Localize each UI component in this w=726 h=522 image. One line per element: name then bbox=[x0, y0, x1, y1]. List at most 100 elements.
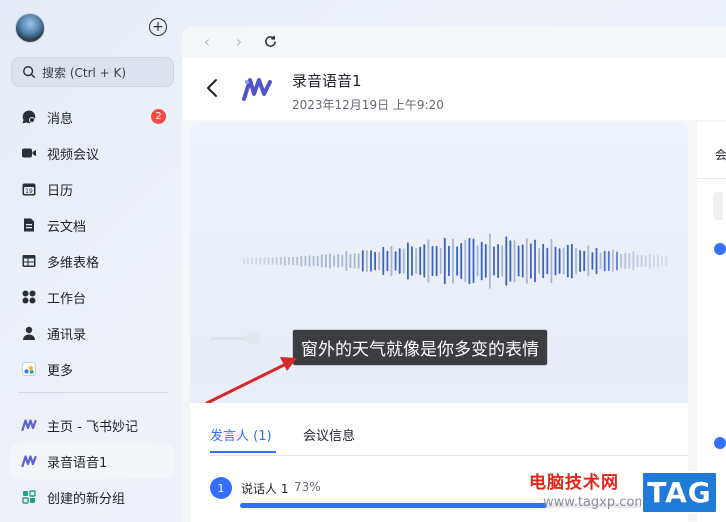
search-box[interactable]: 搜索 (Ctrl + K) bbox=[11, 57, 174, 87]
avatar[interactable] bbox=[15, 13, 45, 43]
minutes-logo-icon bbox=[242, 78, 272, 101]
main-nav: 消息 2 视频会议 19 日历 云文档 多维表格 工作台 通讯录 更多 bbox=[11, 99, 174, 387]
speaker-name[interactable]: 说话人 1 bbox=[241, 480, 288, 497]
waveform-bar bbox=[312, 256, 315, 266]
sidebar-item-more[interactable]: 更多 bbox=[11, 351, 174, 387]
waveform-bar bbox=[624, 252, 627, 270]
chat-bubble-icon bbox=[21, 109, 37, 125]
waveform-bar bbox=[366, 249, 368, 273]
waveform-bar bbox=[456, 246, 458, 276]
waveform-bar bbox=[263, 257, 266, 265]
recording-date: 2023年12月19日 上午9:20 bbox=[292, 98, 444, 112]
waveform-bar bbox=[661, 256, 663, 266]
calendar-icon: 19 bbox=[21, 181, 37, 197]
right-panel-input[interactable] bbox=[713, 192, 723, 220]
waveform-bar bbox=[489, 233, 491, 289]
waveform-bar bbox=[259, 257, 262, 265]
waveform-bar bbox=[657, 254, 659, 268]
sidebar-item-calendar[interactable]: 19 日历 bbox=[11, 171, 174, 207]
nav-back-icon[interactable]: ‹ bbox=[198, 32, 216, 51]
waveform-bar bbox=[591, 252, 594, 270]
waveform-bar bbox=[607, 251, 610, 271]
waveform-bar bbox=[505, 236, 508, 286]
pinned-item-minutes-home[interactable]: 主页 - 飞书妙记 bbox=[11, 407, 174, 443]
waveform-bar bbox=[534, 239, 536, 283]
waveform-bar bbox=[550, 238, 553, 284]
waveform-bar bbox=[304, 256, 307, 266]
apps-grid-icon bbox=[21, 289, 37, 305]
sidebar-item-contacts[interactable]: 通讯录 bbox=[11, 315, 174, 351]
subtitle-caption: 窗外的天气就像是你多变的表情 bbox=[292, 329, 548, 366]
waveform-bar bbox=[284, 256, 286, 266]
waveform-bar bbox=[296, 256, 299, 266]
sidebar-divider bbox=[18, 392, 168, 393]
page-title: 录音语音1 bbox=[292, 72, 362, 90]
waveform-bar bbox=[603, 250, 606, 272]
waveform-bar bbox=[247, 257, 249, 265]
waveform-bar bbox=[378, 251, 381, 271]
waveform-bar bbox=[632, 251, 635, 271]
document-icon bbox=[21, 217, 37, 233]
sidebar-item-label: 通讯录 bbox=[47, 327, 87, 343]
sidebar-item-bitable[interactable]: 多维表格 bbox=[11, 243, 174, 279]
playback-progress-thumb[interactable] bbox=[246, 331, 260, 345]
browser-toolbar: ‹ › bbox=[182, 30, 726, 54]
pinned-item-label: 主页 - 飞书妙记 bbox=[47, 419, 138, 435]
audio-waveform[interactable] bbox=[241, 228, 669, 294]
waveform-bar bbox=[464, 239, 467, 283]
right-panel-marker bbox=[714, 243, 726, 255]
plus-icon: + bbox=[152, 19, 164, 35]
refresh-icon[interactable] bbox=[261, 32, 279, 50]
waveform-bar bbox=[571, 243, 573, 279]
back-arrow-icon[interactable] bbox=[206, 78, 218, 103]
waveform-bar bbox=[558, 248, 561, 274]
speaker-number-badge: 1 bbox=[210, 477, 232, 499]
waveform-bar bbox=[386, 250, 389, 272]
sidebar-item-messages[interactable]: 消息 2 bbox=[11, 99, 174, 135]
tabs-divider bbox=[210, 455, 688, 456]
tab-meeting-info[interactable]: 会议信息 bbox=[303, 425, 355, 444]
tab-speakers[interactable]: 发言人 (1) bbox=[210, 425, 272, 444]
waveform-bar bbox=[566, 244, 569, 278]
pinned-item-recording[interactable]: 录音语音1 bbox=[11, 443, 174, 479]
waveform-bar bbox=[546, 247, 549, 275]
waveform-bar bbox=[579, 250, 581, 272]
sidebar-item-label: 消息 bbox=[47, 111, 74, 127]
add-button[interactable]: + bbox=[149, 18, 167, 36]
waveform-bar bbox=[288, 256, 290, 265]
playback-progress-track[interactable] bbox=[210, 337, 250, 340]
group-icon bbox=[21, 489, 37, 505]
waveform-bar bbox=[411, 246, 413, 276]
waveform-bar bbox=[394, 251, 397, 271]
waveform-bar bbox=[476, 245, 479, 277]
right-panel-label: 会 bbox=[715, 148, 726, 162]
waveform-bar bbox=[267, 257, 270, 265]
sidebar-item-workplace[interactable]: 工作台 bbox=[11, 279, 174, 315]
unread-badge: 2 bbox=[151, 109, 166, 124]
right-panel: 会 bbox=[697, 122, 726, 522]
waveform-bar bbox=[279, 256, 282, 265]
waveform-bar bbox=[341, 254, 344, 267]
waveform-bar bbox=[243, 257, 245, 265]
search-icon bbox=[23, 66, 36, 79]
sidebar-item-video-meeting[interactable]: 视频会议 bbox=[11, 135, 174, 171]
waveform-bar bbox=[648, 253, 651, 269]
sidebar-item-docs[interactable]: 云文档 bbox=[11, 207, 174, 243]
pinned-item-label: 录音语音1 bbox=[47, 455, 108, 471]
watermark-url: www.tagxp.com bbox=[543, 495, 647, 510]
waveform-bar bbox=[583, 250, 586, 272]
waveform-bar bbox=[521, 244, 524, 278]
waveform-bar bbox=[644, 255, 647, 267]
nav-forward-icon[interactable]: › bbox=[230, 32, 248, 51]
waveform-bar bbox=[636, 254, 639, 268]
waveform-bar bbox=[480, 241, 483, 281]
waveform-bar bbox=[337, 254, 340, 268]
waveform-bar bbox=[460, 242, 463, 279]
waveform-bar bbox=[616, 251, 618, 271]
pinned-item-new-group[interactable]: 创建的新分组 bbox=[11, 479, 174, 515]
waveform-bar bbox=[390, 245, 393, 277]
waveform-bar bbox=[275, 257, 278, 265]
waveform-bar bbox=[333, 255, 335, 267]
waveform-bar bbox=[357, 253, 360, 269]
waveform-bar bbox=[595, 247, 598, 275]
